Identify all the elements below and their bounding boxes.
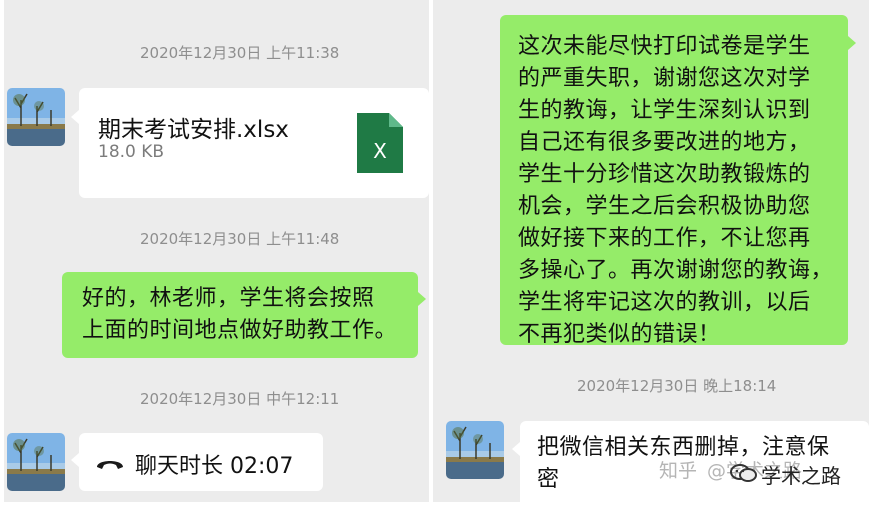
call-duration-text: 聊天时长 02:07 xyxy=(135,454,294,479)
message-line: 生的教诲，让学生深刻认识到 xyxy=(518,98,811,123)
message-line: 机会，学生之后会积极协助您 xyxy=(518,194,811,219)
message-line: 好的，林老师，学生将会按照 xyxy=(82,286,375,311)
wechat-logo-icon xyxy=(729,462,759,484)
bubble-tail xyxy=(418,292,426,306)
message-line: 做好接下来的工作，不让您再 xyxy=(518,226,811,251)
message-line: 上面的时间地点做好助教工作。 xyxy=(82,318,398,343)
chat-panel-right: 这次未能尽快打印试卷是学生 的严重失职，谢谢您这次对学 生的教诲，让学生深刻认识… xyxy=(433,0,869,502)
excel-file-icon: X xyxy=(357,113,403,173)
zhihu-watermark: 知乎 xyxy=(659,460,698,482)
teacher-avatar[interactable] xyxy=(446,421,504,479)
chat-panel-left: 2020年12月30日 上午11:38 期末考试安排.xlsx 18.0 KB … xyxy=(4,0,429,502)
message-line: 自己还有很多要改进的地方， xyxy=(518,130,811,155)
message-line: 学生将牢记这次的教训，以后 xyxy=(518,290,811,315)
timestamp: 2020年12月30日 中午12:11 xyxy=(140,390,340,408)
file-size: 18.0 KB xyxy=(98,142,165,162)
message-line: 的严重失职，谢谢您这次对学 xyxy=(518,66,811,91)
brand-watermark: 学术之路 xyxy=(761,464,841,488)
message-line: 学生十分珍惜这次助教锻炼的 xyxy=(518,162,811,187)
timestamp: 2020年12月30日 晚上18:14 xyxy=(577,377,777,395)
message-line: 多操心了。再次谢谢您的教诲， xyxy=(518,258,834,283)
teacher-avatar[interactable] xyxy=(7,433,65,491)
message-line: 不再犯类似的错误！ xyxy=(518,322,721,347)
bubble-tail xyxy=(71,110,79,124)
file-name: 期末考试安排.xlsx xyxy=(98,117,289,143)
phone-hangup-icon xyxy=(95,453,125,473)
teacher-avatar[interactable] xyxy=(7,88,65,146)
call-message-bubble[interactable]: 聊天时长 02:07 xyxy=(79,433,323,491)
bubble-tail xyxy=(512,442,520,456)
timestamp: 2020年12月30日 上午11:38 xyxy=(140,44,340,62)
bubble-tail xyxy=(848,36,856,50)
file-message-bubble[interactable]: 期末考试安排.xlsx 18.0 KB X xyxy=(79,88,429,198)
message-line: 这次未能尽快打印试卷是学生 xyxy=(518,34,811,59)
excel-icon-letter: X xyxy=(373,139,387,163)
reply-message-bubble[interactable]: 好的，林老师，学生将会按照 上面的时间地点做好助教工作。 xyxy=(62,272,418,358)
timestamp: 2020年12月30日 上午11:48 xyxy=(140,230,340,248)
bubble-tail xyxy=(71,453,79,467)
apology-message-bubble[interactable]: 这次未能尽快打印试卷是学生 的严重失职，谢谢您这次对学 生的教诲，让学生深刻认识… xyxy=(500,15,848,347)
